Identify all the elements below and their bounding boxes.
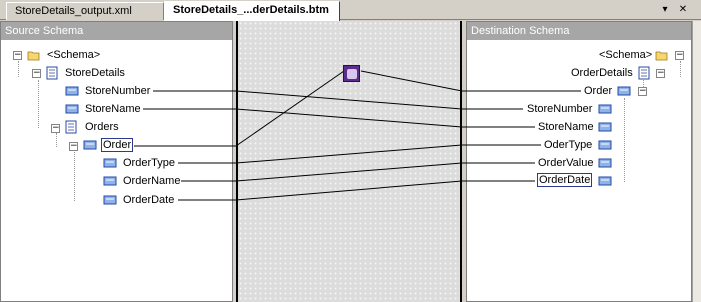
record-node-icon <box>65 120 77 134</box>
destination-node-odertype[interactable]: OderType <box>543 139 593 152</box>
source-node-orderdate[interactable]: OrderDate <box>122 194 175 207</box>
source-node-ordertype[interactable]: OrderType <box>122 157 176 170</box>
source-node-order[interactable]: Order <box>101 138 134 152</box>
field-element-icon <box>103 176 117 186</box>
field-element-icon <box>598 122 612 132</box>
source-node-storedetails[interactable]: StoreDetails <box>64 67 126 80</box>
record-node-icon <box>46 66 58 80</box>
tree-connector <box>56 133 57 147</box>
tree-connector <box>624 98 625 182</box>
destination-node-schema[interactable]: <Schema> <box>598 49 653 62</box>
destination-node-ordervalue[interactable]: OrderValue <box>537 157 594 170</box>
source-node-storenumber[interactable]: StoreNumber <box>84 85 151 98</box>
source-node-storename[interactable]: StoreName <box>84 103 142 116</box>
document-tab-strip: StoreDetails_output.xml StoreDetails_...… <box>0 0 701 21</box>
destination-node-storename[interactable]: StoreName <box>537 121 595 134</box>
record-node-icon <box>638 66 650 80</box>
field-element-icon <box>103 195 117 205</box>
destination-node-orderdetails[interactable]: OrderDetails <box>570 67 634 80</box>
mapper-grid[interactable] <box>236 21 462 302</box>
destination-node-orderdate[interactable]: OrderDate <box>537 173 593 187</box>
source-node-orders[interactable]: Orders <box>84 121 120 134</box>
field-element-icon <box>598 140 612 150</box>
destination-schema-header: Destination Schema <box>467 22 691 40</box>
field-element-icon <box>65 104 79 114</box>
source-schema-header: Source Schema <box>1 22 232 40</box>
field-element-icon <box>598 158 612 168</box>
tab-storedetails-orderdetails-btm[interactable]: StoreDetails_...derDetails.btm <box>164 1 340 21</box>
collapse-destination-order-toggle[interactable]: − <box>638 87 647 96</box>
field-element-icon <box>103 158 117 168</box>
destination-node-storenumber[interactable]: StoreNumber <box>526 103 593 116</box>
field-element-icon <box>598 104 612 114</box>
tree-connector <box>38 80 39 128</box>
collapse-orders-toggle[interactable]: − <box>51 124 60 133</box>
functoid-glyph <box>347 69 357 79</box>
field-element-icon <box>65 86 79 96</box>
string-concatenate-functoid-icon[interactable] <box>343 65 360 82</box>
source-node-schema[interactable]: <Schema> <box>46 49 101 62</box>
folder-open-icon <box>27 51 40 61</box>
tree-connector <box>680 61 681 77</box>
record-node-icon <box>617 86 631 96</box>
collapse-schema-toggle[interactable]: − <box>13 51 22 60</box>
close-icon[interactable]: ✕ <box>676 3 690 17</box>
chevron-down-icon[interactable]: ▾ <box>658 3 672 17</box>
record-node-icon <box>83 140 97 150</box>
collapse-order-toggle[interactable]: − <box>69 142 78 151</box>
source-node-ordername[interactable]: OrderName <box>122 175 181 188</box>
folder-open-icon <box>655 51 668 61</box>
tree-connector <box>74 152 75 201</box>
tree-connector <box>18 61 19 77</box>
collapse-destination-schema-toggle[interactable]: − <box>675 51 684 60</box>
vertical-scrollbar[interactable] <box>692 21 701 302</box>
collapse-storedetails-toggle[interactable]: − <box>32 69 41 78</box>
destination-node-order[interactable]: Order <box>583 85 613 98</box>
field-element-icon <box>598 176 612 186</box>
collapse-orderdetails-toggle[interactable]: − <box>656 69 665 78</box>
tab-storedetails-output-xml[interactable]: StoreDetails_output.xml <box>6 2 164 20</box>
